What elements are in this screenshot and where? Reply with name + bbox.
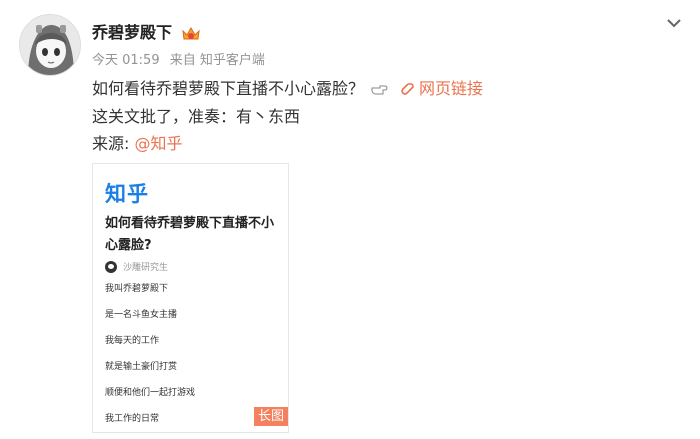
author-name: 沙雕研究生 [123, 263, 169, 273]
card-line: 是一名斗鱼女主播 [105, 310, 178, 320]
long-image-badge: 长图 [254, 407, 288, 426]
post-question-text: 如何看待乔碧萝殿下直播不小心露脸？ [92, 79, 365, 98]
author-avatar [105, 260, 117, 273]
username[interactable]: 乔碧萝殿下 [92, 22, 172, 44]
web-link[interactable]: 网页链接 [400, 77, 483, 101]
card-line: 顺便和他们一起打游戏 [105, 388, 196, 398]
source-label: 来源: [92, 134, 135, 153]
card-lines: 我叫乔碧萝殿下 是一名斗鱼女主播 我每天的工作 就是输土豪们打赏 顺便和他们一起… [105, 282, 196, 432]
post-time[interactable]: 今天 01:59 [92, 53, 160, 68]
vip-crown-icon[interactable] [180, 24, 202, 42]
pointing-hand-icon [371, 85, 388, 95]
card-line: 我工作的日常 [105, 414, 160, 424]
card-line: 我叫乔碧萝殿下 [105, 284, 169, 294]
chevron-down-icon[interactable] [664, 16, 684, 30]
avatar-illustration [20, 15, 80, 75]
web-link-label: 网页链接 [419, 79, 484, 98]
avatar[interactable] [19, 14, 81, 76]
card-line: 就是输土豪们打赏 [105, 362, 178, 372]
card-title: 如何看待乔碧萝殿下直播不小心露脸? [105, 216, 275, 253]
post-text-line: 如何看待乔碧萝殿下直播不小心露脸？ 网页链接 [92, 77, 483, 101]
long-image-card[interactable]: 知乎 如何看待乔碧萝殿下直播不小心露脸? 沙雕研究生 我叫乔碧萝殿下 是一名斗鱼… [92, 163, 289, 433]
post-meta: 今天 01:59 来自 知乎客户端 [92, 52, 271, 70]
card-line: 我每天的工作 [105, 336, 160, 346]
mention-link[interactable]: @知乎 [134, 134, 182, 153]
post-comment-text: 这关文批了，准奏：有丶东西 [92, 107, 301, 126]
card-author: 沙雕研究生 [105, 260, 168, 273]
post-source-line: 来源: @知乎 [92, 132, 183, 156]
link-icon [401, 83, 414, 95]
zhihu-logo: 知乎 [105, 182, 149, 206]
post-source: 来自 知乎客户端 [169, 53, 265, 68]
